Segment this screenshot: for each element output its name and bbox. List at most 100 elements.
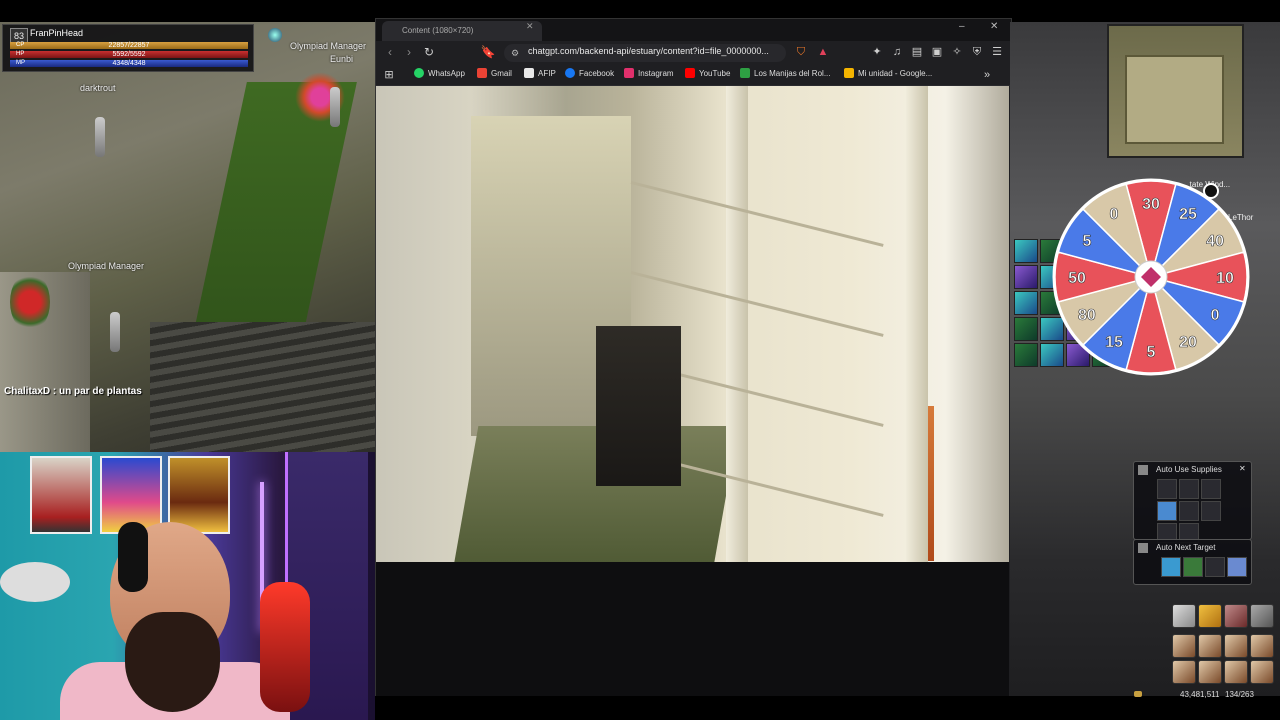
chat-message: ChalitaxD : un par de plantas	[4, 386, 142, 397]
bookmark-label: YouTube	[699, 69, 731, 78]
hp-bar: HP 5592/5592	[10, 51, 248, 58]
menu-skills-icon[interactable]	[1224, 634, 1248, 658]
back-icon[interactable]: ‹	[382, 44, 398, 60]
sink	[0, 562, 70, 602]
event-icon[interactable]	[1198, 604, 1222, 628]
auto-next-target-panel: Auto Next Target	[1133, 539, 1252, 585]
youtube-icon	[685, 68, 695, 78]
wheel-segment-label: 0	[1110, 206, 1119, 223]
npc-label-eunbi: Eunbi	[330, 54, 354, 64]
media-icon[interactable]: ♫	[890, 45, 904, 59]
supply-slot[interactable]	[1201, 479, 1221, 499]
mp-bar: MP 4348/4348	[10, 60, 248, 67]
bookmark-label: Los Manijas del Rol...	[754, 69, 831, 78]
wheel-segment-label: 15	[1105, 334, 1123, 351]
bookmark-youtube[interactable]: YouTube	[685, 68, 730, 78]
extensions-icon[interactable]: ✦	[870, 45, 884, 59]
tab-close-icon[interactable]: ✕	[526, 21, 534, 32]
bookmark-facebook[interactable]: Facebook	[565, 68, 614, 78]
apps-grid-icon[interactable]: ⊞	[382, 68, 396, 82]
skill-icon[interactable]	[1014, 343, 1038, 367]
panel-close-icon[interactable]: ✕	[1239, 464, 1246, 473]
skill-icon[interactable]	[1014, 265, 1038, 289]
mail-icon[interactable]	[1172, 604, 1196, 628]
wheel-pointer-icon	[1203, 183, 1219, 199]
npc-darktrout-figure[interactable]	[95, 117, 105, 157]
bookmark-whatsapp[interactable]: WhatsApp	[414, 68, 465, 78]
tab-title: Content (1080×720)	[402, 26, 474, 35]
menu-map-icon[interactable]	[1198, 660, 1222, 684]
wheel-segment-label: 30	[1142, 196, 1160, 213]
npc-olympiad-manager-figure[interactable]	[110, 312, 120, 352]
afip-icon	[524, 68, 534, 78]
chevron-double-right-icon[interactable]: »	[980, 68, 994, 82]
microphone	[260, 582, 310, 712]
wallet-icon[interactable]: ▣	[930, 45, 944, 59]
bookmark-afip[interactable]: AFIP	[524, 68, 556, 78]
target-slot[interactable]	[1227, 557, 1247, 577]
weight-value: 134/263	[1225, 690, 1254, 699]
reload-icon[interactable]: ↻	[421, 44, 437, 60]
target-slot[interactable]	[1161, 557, 1181, 577]
auto-next-target-title: Auto Next Target	[1156, 543, 1216, 552]
skill-icon[interactable]	[1014, 291, 1038, 315]
leo-icon[interactable]: ✧	[950, 45, 964, 59]
prize-wheel[interactable]: 30 25 40 10 0 20 5 15 80 50 5 0	[1052, 178, 1250, 376]
menu-icon[interactable]: ☰	[990, 45, 1004, 59]
bookmark-icon[interactable]: 🔖	[480, 44, 496, 60]
forward-icon[interactable]: ›	[401, 44, 417, 60]
target-slot[interactable]	[1205, 557, 1225, 577]
bookmark-instagram[interactable]: Instagram	[624, 68, 674, 78]
concrete-post	[726, 86, 748, 562]
supply-slot[interactable]	[1157, 501, 1177, 521]
bookmark-label: Instagram	[638, 69, 674, 78]
supply-slot[interactable]	[1201, 501, 1221, 521]
sidebar-icon[interactable]: ▤	[910, 45, 924, 59]
minimize-icon[interactable]: –	[959, 21, 965, 32]
menu-party-icon[interactable]	[1172, 660, 1196, 684]
hp-value: 5592/5592	[112, 51, 146, 58]
menu-inventory-icon[interactable]	[1198, 634, 1222, 658]
minimap-room	[1125, 55, 1224, 144]
target-slot[interactable]	[1183, 557, 1203, 577]
vpn-icon[interactable]: ⛨	[970, 45, 984, 59]
wheel-segment-label: 40	[1206, 233, 1224, 250]
bookmark-gmail[interactable]: Gmail	[477, 68, 512, 78]
bookmark-los-manijas[interactable]: Los Manijas del Rol...	[740, 68, 830, 78]
menu-system-icon[interactable]	[1250, 660, 1274, 684]
clan-icon[interactable]	[1224, 604, 1248, 628]
skill-icon[interactable]	[1014, 239, 1038, 263]
wooden-stick	[928, 406, 934, 561]
brave-rewards-icon[interactable]: ▲	[816, 45, 830, 59]
skill-icon[interactable]	[1014, 317, 1038, 341]
npc-label-olympiad-manager-mid: Olympiad Manager	[68, 261, 145, 271]
menu-character-icon[interactable]	[1172, 634, 1196, 658]
buff-icon[interactable]	[268, 28, 282, 42]
cp-bar: CP 22857/22857	[10, 42, 248, 49]
character-name: FranPinHead	[30, 28, 84, 38]
menu-craft-icon[interactable]	[1224, 660, 1248, 684]
wheel-segment-label: 20	[1179, 334, 1197, 351]
npc-eunbi-figure[interactable]	[330, 87, 340, 127]
browser-tab[interactable]: Content (1080×720)	[382, 21, 542, 41]
bookmark-label: WhatsApp	[428, 69, 465, 78]
supply-slots	[1156, 478, 1242, 544]
bookmark-mi-unidad[interactable]: Mi unidad - Google...	[844, 68, 932, 78]
wall-panel-seam	[630, 181, 884, 247]
menu-quest-icon[interactable]	[1250, 634, 1274, 658]
close-window-icon[interactable]: ✕	[990, 21, 998, 32]
settings-icon[interactable]	[1250, 604, 1274, 628]
mp-value: 4348/4348	[112, 60, 146, 67]
wheel-segment-label: 50	[1068, 270, 1086, 287]
npc-label-darktrout: darktrout	[80, 83, 116, 93]
supply-slot[interactable]	[1179, 501, 1199, 521]
wheel-segment-label: 10	[1216, 270, 1234, 287]
site-info-icon[interactable]: ⚙	[507, 45, 523, 61]
potion-icon	[1138, 465, 1148, 475]
supply-slot[interactable]	[1157, 479, 1177, 499]
brave-shield-icon[interactable]: ⛉	[794, 45, 808, 59]
bookmark-label: Facebook	[579, 69, 615, 78]
page-dark-area	[376, 562, 1009, 697]
supply-slot[interactable]	[1179, 479, 1199, 499]
url-text[interactable]: chatgpt.com/backend-api/estuary/content?…	[528, 46, 769, 56]
